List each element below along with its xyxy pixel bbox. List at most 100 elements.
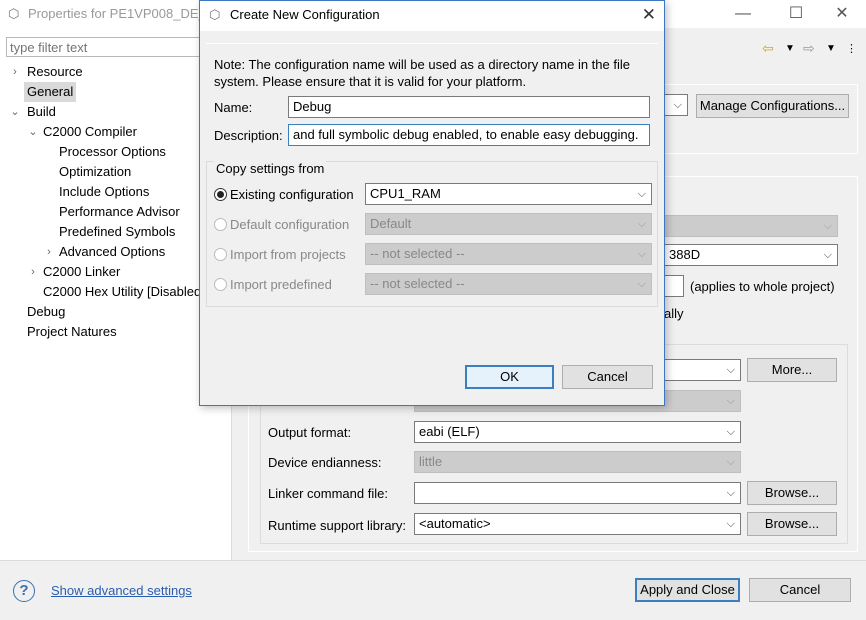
browse-linker-button[interactable]: Browse... <box>747 481 837 505</box>
tree-item-c2000-linker[interactable]: › C2000 Linker <box>31 262 121 282</box>
chevron-down-icon: ⌵ <box>726 426 735 438</box>
tree-item-project-natures[interactable]: Project Natures <box>27 322 117 342</box>
tree-item-performance-advisor[interactable]: Performance Advisor <box>59 202 180 222</box>
tree-item-label: Include Options <box>59 184 150 199</box>
radio-dot <box>217 191 224 198</box>
tree-item-advanced-options[interactable]: › Advanced Options <box>47 242 165 262</box>
help-icon[interactable]: ? <box>13 580 35 602</box>
chevron-down-icon: ⌵ <box>637 278 646 290</box>
chevron-down-icon: ⌵ <box>726 487 735 499</box>
chevron-down-icon: ⌵ <box>726 364 735 376</box>
back-arrow-icon[interactable]: ⇦ <box>762 40 774 57</box>
chevron-down-icon: ⌵ <box>726 456 735 468</box>
forward-arrow-icon[interactable]: ⇨ <box>803 40 815 57</box>
device-select-value: 388D <box>669 247 701 262</box>
dialog-cancel-button[interactable]: Cancel <box>562 365 653 389</box>
chevron-down-icon: ⌵ <box>637 248 646 260</box>
note-text: Note: The configuration name will be use… <box>214 56 644 90</box>
create-configuration-dialog: ⬡ Create New Configuration ✕ Note: The c… <box>199 0 665 406</box>
apply-and-close-button[interactable]: Apply and Close <box>635 578 740 602</box>
tree-item-label: Optimization <box>59 164 132 179</box>
tree-item-label: Resource <box>27 64 83 79</box>
tree-item-optimization[interactable]: Optimization <box>59 162 131 182</box>
existing-configuration-radio[interactable] <box>214 188 227 201</box>
linker-command-file-label: Linker command file: <box>268 486 388 501</box>
runtime-support-library-label: Runtime support library: <box>268 518 406 533</box>
linker-command-file-select[interactable]: ⌵ <box>414 482 741 504</box>
import-predefined-radio <box>214 278 227 291</box>
chevron-down-icon[interactable]: ⌄ <box>27 122 39 142</box>
app-icon: ⬡ <box>209 7 221 22</box>
tree-item-include-options[interactable]: Include Options <box>59 182 149 202</box>
import-predefined-label: Import predefined <box>230 277 332 292</box>
device-endianness-value: little <box>419 454 443 469</box>
default-configuration-select: Default ⌵ <box>365 213 652 235</box>
tree-item-label: Performance Advisor <box>59 204 180 219</box>
cancel-button[interactable]: Cancel <box>749 578 851 602</box>
close-icon[interactable]: ✕ <box>642 5 656 25</box>
output-format-value: eabi (ELF) <box>419 424 480 439</box>
existing-configuration-label[interactable]: Existing configuration <box>230 187 354 202</box>
note-line: Note: The configuration name will be use… <box>214 57 630 72</box>
ok-button[interactable]: OK <box>465 365 554 389</box>
import-from-projects-select: -- not selected -- ⌵ <box>365 243 652 265</box>
name-field[interactable]: Debug <box>288 96 650 118</box>
dialog-title: Create New Configuration <box>230 7 380 22</box>
chevron-down-icon: ⌵ <box>637 218 646 230</box>
name-label: Name: <box>214 100 253 115</box>
name-field-value: Debug <box>293 99 332 114</box>
tree-item-debug[interactable]: Debug <box>27 302 65 322</box>
import-from-projects-value: -- not selected -- <box>370 246 465 261</box>
partial-text: ally <box>664 306 684 321</box>
tree-item-predefined-symbols[interactable]: Predefined Symbols <box>59 222 175 242</box>
filter-input[interactable] <box>6 37 206 57</box>
chevron-down-icon: ⌵ <box>726 395 735 407</box>
note-line: system. Please ensure that it is valid f… <box>214 74 527 89</box>
tree-item-general[interactable]: General <box>24 82 77 102</box>
view-menu-icon[interactable]: ⋮ <box>846 42 857 55</box>
minimize-icon[interactable]: — <box>733 4 753 24</box>
existing-configuration-value: CPU1_RAM <box>370 186 441 201</box>
maximize-icon[interactable]: ☐ <box>786 4 806 24</box>
tree-item-label: C2000 Linker <box>43 264 121 279</box>
chevron-right-icon[interactable]: › <box>43 242 55 262</box>
tree-item-build[interactable]: ⌄ Build <box>10 102 56 122</box>
output-format-select[interactable]: eabi (ELF) ⌵ <box>414 421 741 443</box>
existing-configuration-select[interactable]: CPU1_RAM ⌵ <box>365 183 652 205</box>
connection-field-tail[interactable] <box>664 275 684 297</box>
device-endianness-label: Device endianness: <box>268 455 382 470</box>
tree-item-resource[interactable]: › Resource <box>13 62 83 82</box>
window-title: Properties for PE1VP008_DE_2 <box>28 6 213 21</box>
tree-item-label: Debug <box>27 304 66 319</box>
chevron-right-icon[interactable]: › <box>27 262 39 282</box>
show-advanced-settings-link[interactable]: Show advanced settings <box>51 583 192 598</box>
tree-item-label: C2000 Hex Utility [Disabled] <box>43 284 205 299</box>
chevron-down-icon: ⌵ <box>673 99 682 111</box>
default-configuration-value: Default <box>370 216 412 231</box>
chevron-down-icon[interactable]: ⌄ <box>9 102 21 122</box>
description-label: Description: <box>214 128 283 143</box>
tree-item-label: General <box>27 84 74 99</box>
configuration-select-tail[interactable]: ⌵ <box>664 94 688 116</box>
forward-menu-chevron-down-icon[interactable]: ▼ <box>826 43 836 54</box>
app-icon: ⬡ <box>8 6 20 21</box>
device-select-tail[interactable]: 388D ⌵ <box>664 244 838 266</box>
close-icon[interactable]: ✕ <box>832 4 852 24</box>
variant-select-tail: ⌵ <box>664 215 838 237</box>
tree-item-label: Project Natures <box>27 324 117 339</box>
device-endianness-select: little ⌵ <box>414 451 741 473</box>
tree-item-processor-options[interactable]: Processor Options <box>59 142 166 162</box>
description-field[interactable]: and full symbolic debug enabled, to enab… <box>288 124 650 146</box>
tree-item-c2000-hex-utility[interactable]: C2000 Hex Utility [Disabled] <box>43 282 205 302</box>
tree-item-c2000-compiler[interactable]: ⌄ C2000 Compiler <box>28 122 137 142</box>
more-button[interactable]: More... <box>747 358 837 382</box>
back-menu-chevron-down-icon[interactable]: ▼ <box>785 43 795 54</box>
chevron-right-icon[interactable]: › <box>9 62 21 82</box>
manage-configurations-button[interactable]: Manage Configurations... <box>696 94 849 118</box>
compiler-version-select-tail[interactable]: ⌵ <box>664 359 741 381</box>
runtime-support-library-value: <automatic> <box>419 516 491 531</box>
chevron-down-icon: ⌵ <box>726 518 735 530</box>
runtime-support-library-select[interactable]: <automatic> ⌵ <box>414 513 741 535</box>
settings-tree: › Resource General ⌄ Build ⌄ C2000 Compiler… <box>0 62 232 342</box>
browse-runtime-button[interactable]: Browse... <box>747 512 837 536</box>
